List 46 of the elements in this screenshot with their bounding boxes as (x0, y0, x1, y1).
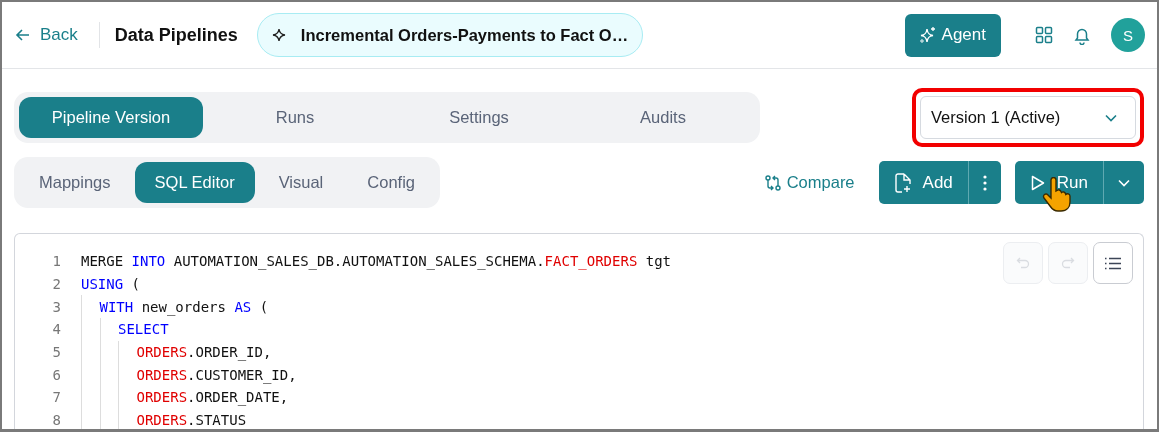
sparkles-icon (918, 26, 937, 44)
undo-icon (1016, 256, 1030, 270)
tab[interactable]: Settings (387, 97, 571, 138)
tab[interactable]: Audits (571, 97, 755, 138)
list-icon (1105, 256, 1121, 270)
code-editor[interactable]: 1 MERGE INTO AUTOMATION_SALES_DB.AUTOMATION_SALES_SCHEMA.FACT_ORDERS tgt 2 USING ( 3 WITH new_orders AS ( 4 SELECT 5 ORDERS.ORDER_ID, 6 ORDERS.CUSTOMER_ID, 7 ORDERS.ORDER_DATE, 8 ORDERS.STATUS (14, 233, 1144, 429)
code-line: SELECT (118, 321, 169, 338)
line-number: 4 (51, 321, 62, 338)
version-dropdown[interactable]: Version 1 (Active) (920, 96, 1136, 139)
code-line: ORDERS.ORDER_ID, (136, 344, 272, 361)
apps-grid-icon[interactable] (1035, 26, 1053, 44)
file-plus-icon (894, 172, 911, 193)
line-number: 2 (51, 276, 62, 293)
user-avatar[interactable]: S (1111, 18, 1145, 52)
compare-link[interactable]: Compare (763, 173, 855, 192)
line-number: 5 (51, 344, 62, 361)
more-vertical-icon (982, 174, 987, 191)
code-line: WITH new_orders AS ( (99, 298, 269, 315)
pipeline-name-chip[interactable]: Incremental Orders-Payments to Fact O… (256, 13, 644, 57)
code-line: ORDERS.CUSTOMER_ID, (136, 366, 297, 383)
back-link[interactable]: Back (15, 25, 78, 45)
line-number: 7 (51, 389, 62, 406)
line-number: 6 (51, 366, 62, 383)
play-icon (1030, 174, 1045, 191)
tab[interactable]: Config (347, 162, 435, 203)
line-number: 1 (51, 253, 62, 270)
code-line: MERGE INTO AUTOMATION_SALES_DB.AUTOMATION_SALES_SCHEMA.FACT_ORDERS tgt (81, 253, 672, 270)
agent-button[interactable]: Agent (904, 13, 1001, 57)
tab[interactable]: Runs (203, 97, 387, 138)
outline-button[interactable] (1093, 242, 1133, 284)
chevron-down-icon (1105, 113, 1117, 122)
line-number: 8 (51, 412, 62, 429)
code-line: USING ( (81, 276, 140, 293)
tab[interactable]: SQL Editor (134, 162, 255, 203)
tab[interactable]: Visual (258, 162, 344, 203)
page-title: Data Pipelines (114, 24, 238, 46)
redo-icon (1061, 256, 1075, 270)
compare-arrows-icon (763, 173, 782, 192)
code-line: ORDERS.ORDER_DATE, (136, 389, 289, 406)
back-arrow-icon (15, 27, 31, 43)
sparkle-icon (271, 28, 286, 42)
tab[interactable]: Pipeline Version (19, 97, 203, 138)
tab[interactable]: Mappings (19, 162, 131, 203)
chevron-down-icon (1118, 178, 1130, 187)
line-number: 3 (51, 298, 62, 315)
code-line: ORDERS.STATUS (136, 412, 247, 429)
